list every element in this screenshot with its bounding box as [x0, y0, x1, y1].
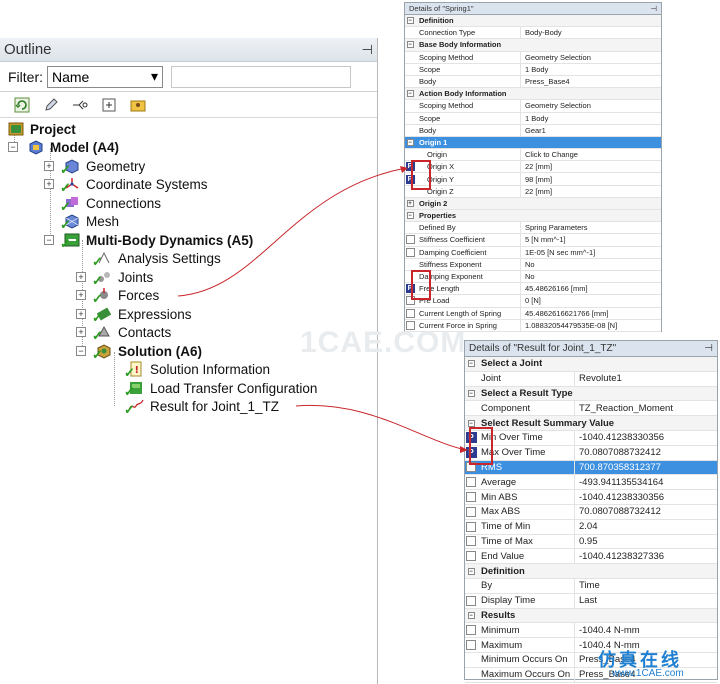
watermark-url: www.1CAE.com: [612, 668, 684, 679]
watermark-center: 1CAE.COM: [300, 326, 467, 359]
